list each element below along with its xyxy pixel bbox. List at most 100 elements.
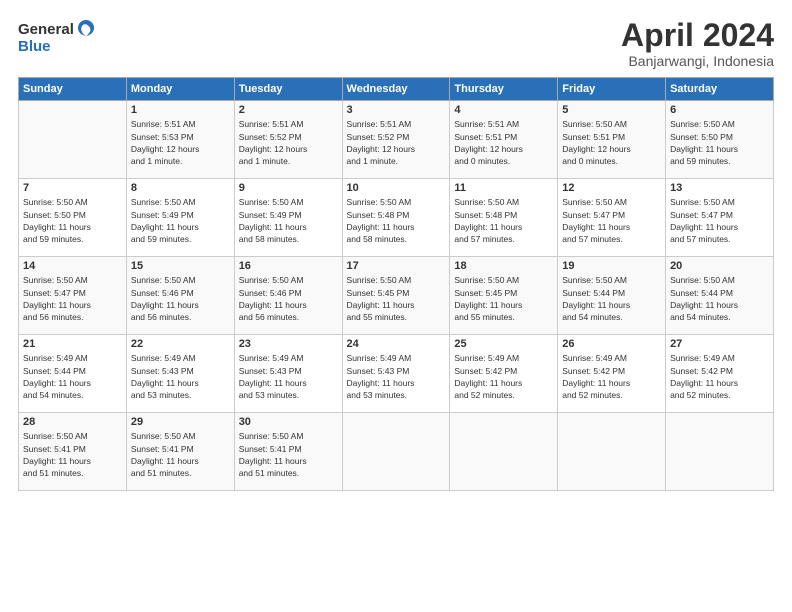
day-info: Sunrise: 5:50 AMSunset: 5:50 PMDaylight:… <box>670 118 769 167</box>
logo-general-text: General <box>18 21 74 38</box>
day-info: Sunrise: 5:50 AMSunset: 5:50 PMDaylight:… <box>23 196 122 245</box>
day-cell: 14 Sunrise: 5:50 AMSunset: 5:47 PMDayligh… <box>19 257 127 335</box>
col-friday: Friday <box>558 78 666 101</box>
day-cell: 11Sunrise: 5:50 AMSunset: 5:48 PMDayligh… <box>450 179 558 257</box>
day-number: 10 <box>347 182 446 194</box>
day-number: 12 <box>562 182 661 194</box>
week-row-2: 7 Sunrise: 5:50 AMSunset: 5:50 PMDaylight… <box>19 179 774 257</box>
day-number: 8 <box>131 182 230 194</box>
day-number: 17 <box>347 260 446 272</box>
header-row: Sunday Monday Tuesday Wednesday Thursday… <box>19 78 774 101</box>
day-cell: 22 Sunrise: 5:49 AMSunset: 5:43 PMDayligh… <box>126 335 234 413</box>
day-info: Sunrise: 5:49 AMSunset: 5:42 PMDaylight:… <box>454 352 553 401</box>
col-thursday: Thursday <box>450 78 558 101</box>
day-number: 30 <box>239 416 338 428</box>
day-cell: 15 Sunrise: 5:50 AMSunset: 5:46 PMDayligh… <box>126 257 234 335</box>
day-number: 4 <box>454 104 553 116</box>
day-cell: 26 Sunrise: 5:49 AMSunset: 5:42 PMDayligh… <box>558 335 666 413</box>
day-number: 18 <box>454 260 553 272</box>
day-info: Sunrise: 5:50 AMSunset: 5:47 PMDaylight:… <box>670 196 769 245</box>
day-cell: 1 Sunrise: 5:51 AMSunset: 5:53 PMDaylight… <box>126 101 234 179</box>
day-info: Sunrise: 5:50 AMSunset: 5:51 PMDaylight:… <box>562 118 661 167</box>
day-info: Sunrise: 5:49 AMSunset: 5:43 PMDaylight:… <box>347 352 446 401</box>
day-info: Sunrise: 5:50 AMSunset: 5:46 PMDaylight:… <box>131 274 230 323</box>
day-cell <box>450 413 558 491</box>
col-tuesday: Tuesday <box>234 78 342 101</box>
day-number: 6 <box>670 104 769 116</box>
day-info: Sunrise: 5:50 AMSunset: 5:41 PMDaylight:… <box>131 430 230 479</box>
week-row-3: 14 Sunrise: 5:50 AMSunset: 5:47 PMDayligh… <box>19 257 774 335</box>
day-info: Sunrise: 5:49 AMSunset: 5:44 PMDaylight:… <box>23 352 122 401</box>
day-info: Sunrise: 5:50 AMSunset: 5:44 PMDaylight:… <box>562 274 661 323</box>
day-info: Sunrise: 5:50 AMSunset: 5:41 PMDaylight:… <box>239 430 338 479</box>
day-cell: 8 Sunrise: 5:50 AMSunset: 5:49 PMDaylight… <box>126 179 234 257</box>
day-info: Sunrise: 5:51 AMSunset: 5:52 PMDaylight:… <box>239 118 338 167</box>
col-saturday: Saturday <box>666 78 774 101</box>
day-info: Sunrise: 5:50 AMSunset: 5:46 PMDaylight:… <box>239 274 338 323</box>
day-number: 15 <box>131 260 230 272</box>
logo-blue-text: Blue <box>18 38 96 55</box>
col-wednesday: Wednesday <box>342 78 450 101</box>
day-cell: 18Sunrise: 5:50 AMSunset: 5:45 PMDayligh… <box>450 257 558 335</box>
day-number: 28 <box>23 416 122 428</box>
col-sunday: Sunday <box>19 78 127 101</box>
day-cell: 24Sunrise: 5:49 AMSunset: 5:43 PMDayligh… <box>342 335 450 413</box>
day-info: Sunrise: 5:50 AMSunset: 5:47 PMDaylight:… <box>23 274 122 323</box>
day-cell: 29 Sunrise: 5:50 AMSunset: 5:41 PMDayligh… <box>126 413 234 491</box>
day-number: 22 <box>131 338 230 350</box>
day-cell: 27 Sunrise: 5:49 AMSunset: 5:42 PMDayligh… <box>666 335 774 413</box>
day-number: 19 <box>562 260 661 272</box>
col-monday: Monday <box>126 78 234 101</box>
day-number: 2 <box>239 104 338 116</box>
day-cell: 12Sunrise: 5:50 AMSunset: 5:47 PMDayligh… <box>558 179 666 257</box>
header: General Blue April 2024 Banjarwangi, Ind… <box>18 18 774 69</box>
day-number: 26 <box>562 338 661 350</box>
day-info: Sunrise: 5:50 AMSunset: 5:44 PMDaylight:… <box>670 274 769 323</box>
subtitle: Banjarwangi, Indonesia <box>621 53 774 69</box>
day-cell <box>558 413 666 491</box>
day-cell: 6 Sunrise: 5:50 AMSunset: 5:50 PMDaylight… <box>666 101 774 179</box>
logo-bird-icon <box>76 18 96 40</box>
day-number: 11 <box>454 182 553 194</box>
title-block: April 2024 Banjarwangi, Indonesia <box>621 18 774 69</box>
day-cell <box>342 413 450 491</box>
day-number: 29 <box>131 416 230 428</box>
day-info: Sunrise: 5:49 AMSunset: 5:43 PMDaylight:… <box>239 352 338 401</box>
week-row-1: 1 Sunrise: 5:51 AMSunset: 5:53 PMDaylight… <box>19 101 774 179</box>
day-info: Sunrise: 5:50 AMSunset: 5:49 PMDaylight:… <box>239 196 338 245</box>
day-info: Sunrise: 5:49 AMSunset: 5:42 PMDaylight:… <box>562 352 661 401</box>
day-info: Sunrise: 5:49 AMSunset: 5:43 PMDaylight:… <box>131 352 230 401</box>
day-number: 9 <box>239 182 338 194</box>
day-info: Sunrise: 5:51 AMSunset: 5:53 PMDaylight:… <box>131 118 230 167</box>
day-cell: 30 Sunrise: 5:50 AMSunset: 5:41 PMDayligh… <box>234 413 342 491</box>
day-cell: 16 Sunrise: 5:50 AMSunset: 5:46 PMDayligh… <box>234 257 342 335</box>
day-cell: 7 Sunrise: 5:50 AMSunset: 5:50 PMDaylight… <box>19 179 127 257</box>
day-info: Sunrise: 5:50 AMSunset: 5:49 PMDaylight:… <box>131 196 230 245</box>
day-number: 14 <box>23 260 122 272</box>
day-cell: 13 Sunrise: 5:50 AMSunset: 5:47 PMDayligh… <box>666 179 774 257</box>
day-cell: 17Sunrise: 5:50 AMSunset: 5:45 PMDayligh… <box>342 257 450 335</box>
day-info: Sunrise: 5:51 AMSunset: 5:52 PMDaylight:… <box>347 118 446 167</box>
day-cell <box>666 413 774 491</box>
day-cell: 21 Sunrise: 5:49 AMSunset: 5:44 PMDayligh… <box>19 335 127 413</box>
day-cell: 5Sunrise: 5:50 AMSunset: 5:51 PMDaylight… <box>558 101 666 179</box>
week-row-4: 21 Sunrise: 5:49 AMSunset: 5:44 PMDayligh… <box>19 335 774 413</box>
day-number: 16 <box>239 260 338 272</box>
day-number: 20 <box>670 260 769 272</box>
day-number: 1 <box>131 104 230 116</box>
day-cell: 3Sunrise: 5:51 AMSunset: 5:52 PMDaylight… <box>342 101 450 179</box>
month-title: April 2024 <box>621 18 774 53</box>
day-info: Sunrise: 5:49 AMSunset: 5:42 PMDaylight:… <box>670 352 769 401</box>
day-info: Sunrise: 5:51 AMSunset: 5:51 PMDaylight:… <box>454 118 553 167</box>
day-number: 13 <box>670 182 769 194</box>
day-number: 25 <box>454 338 553 350</box>
day-number: 21 <box>23 338 122 350</box>
day-info: Sunrise: 5:50 AMSunset: 5:41 PMDaylight:… <box>23 430 122 479</box>
day-cell: 4 Sunrise: 5:51 AMSunset: 5:51 PMDaylight… <box>450 101 558 179</box>
day-cell: 19 Sunrise: 5:50 AMSunset: 5:44 PMDayligh… <box>558 257 666 335</box>
week-row-5: 28 Sunrise: 5:50 AMSunset: 5:41 PMDayligh… <box>19 413 774 491</box>
day-cell: 25 Sunrise: 5:49 AMSunset: 5:42 PMDayligh… <box>450 335 558 413</box>
day-number: 27 <box>670 338 769 350</box>
day-number: 7 <box>23 182 122 194</box>
calendar-table: Sunday Monday Tuesday Wednesday Thursday… <box>18 77 774 491</box>
